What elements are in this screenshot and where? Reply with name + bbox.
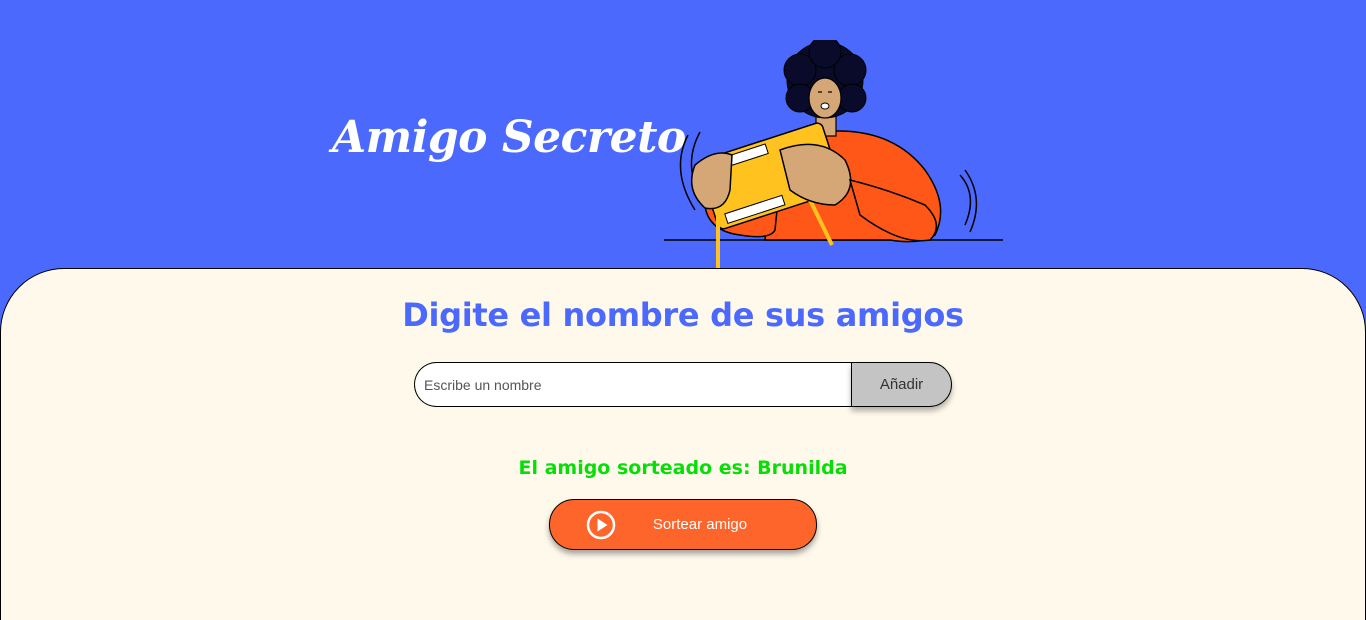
page-title: Amigo Secreto [332,112,686,163]
header: Amigo Secreto [0,0,1366,270]
section-subtitle: Digite el nombre de sus amigos [402,296,964,334]
draw-friend-button[interactable]: Sortear amigo [549,499,817,550]
add-friend-form: Añadir [414,362,952,407]
person-playing-game-illustration [664,40,1003,270]
friend-name-input[interactable] [414,362,854,407]
draw-button-label: Sortear amigo [652,516,748,533]
draw-result-text: El amigo sorteado es: Brunilda [518,457,848,479]
add-button[interactable]: Añadir [851,362,952,407]
